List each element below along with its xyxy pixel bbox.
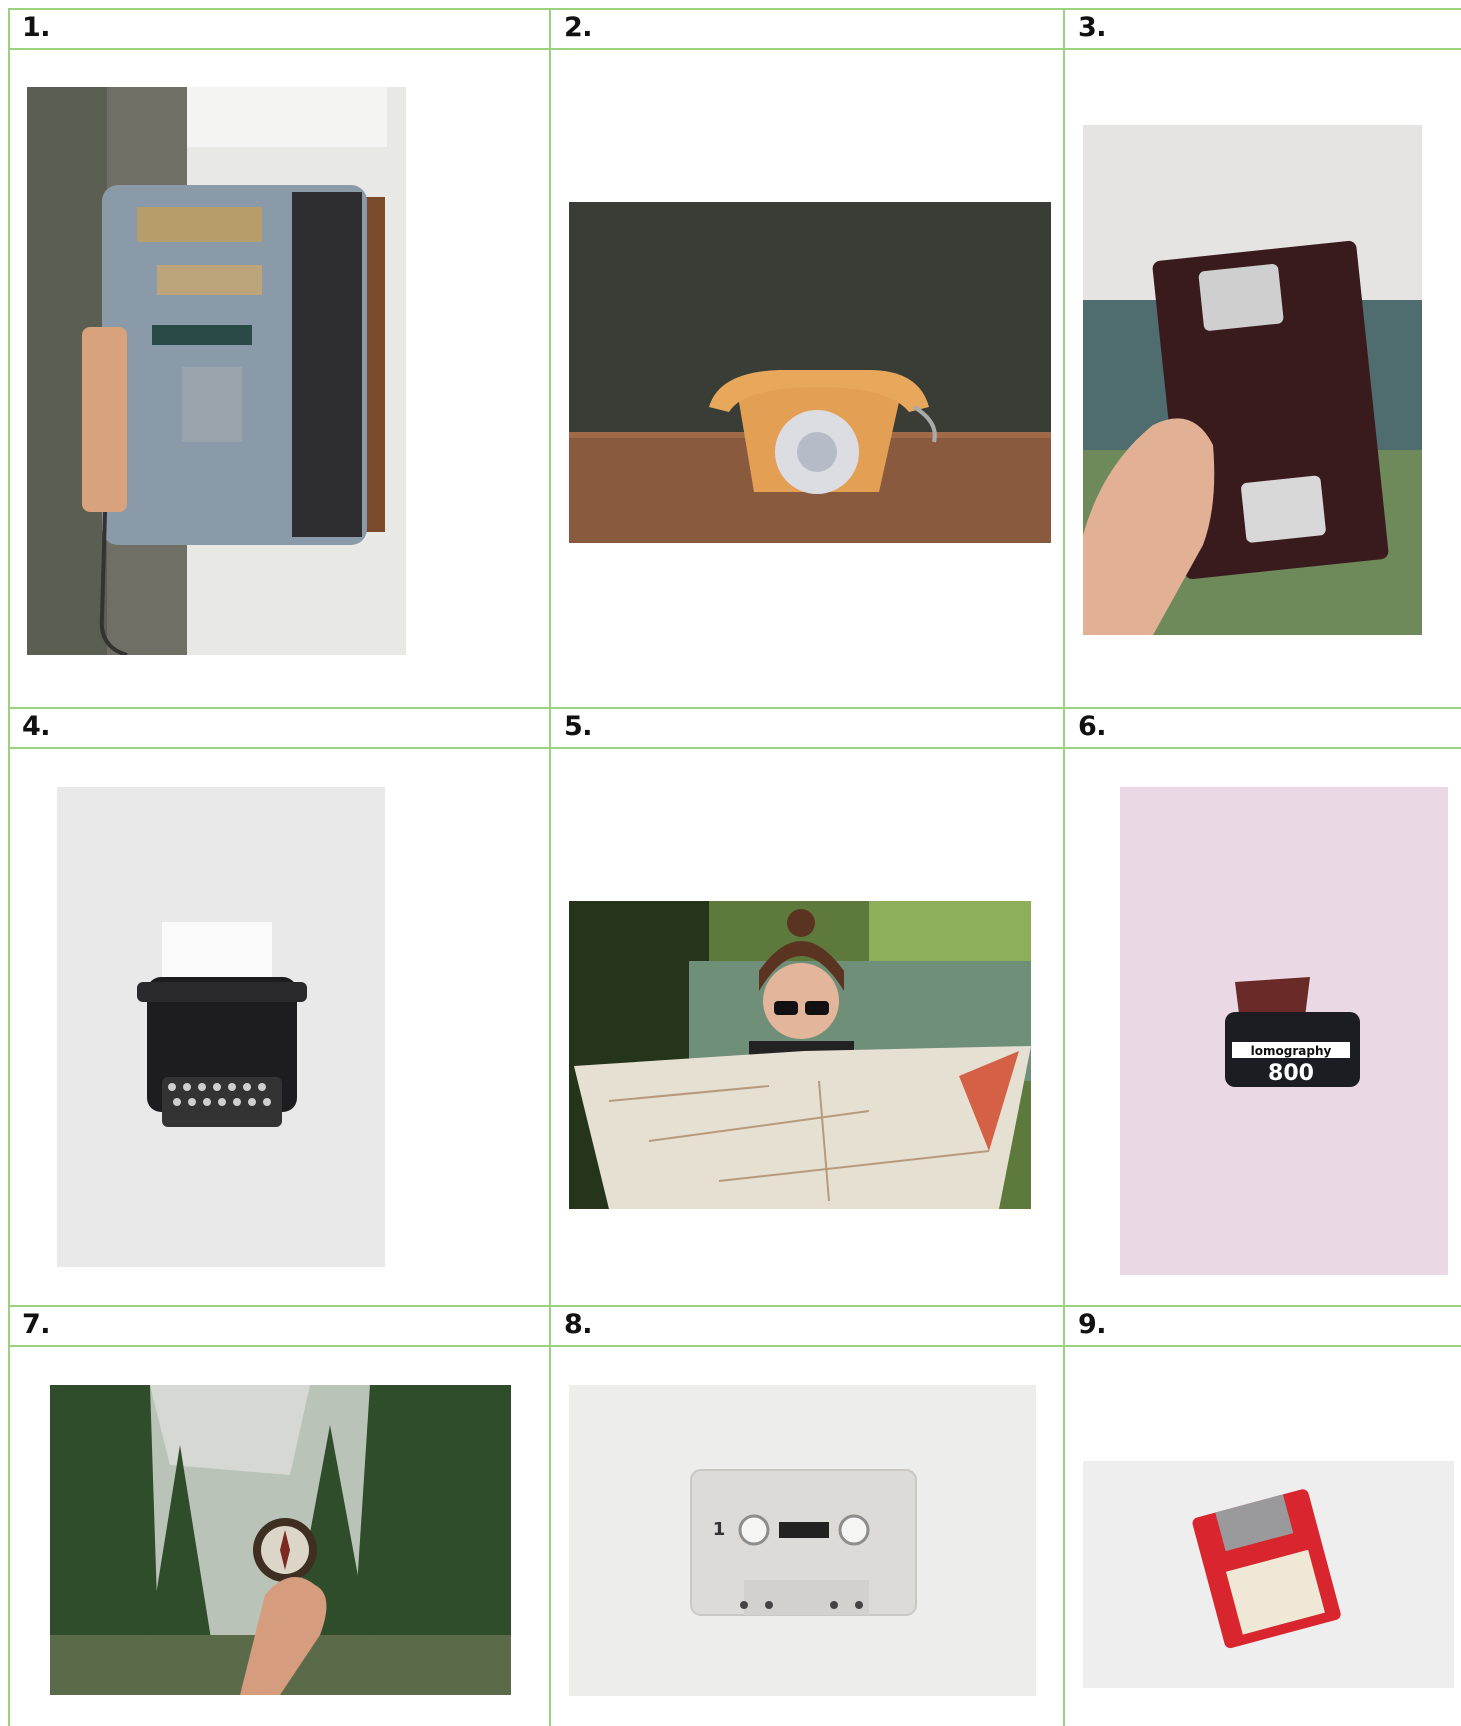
grid-line [1063,8,1065,1726]
cell-label-5: 5. [564,711,593,742]
cell-label-4: 4. [22,711,51,742]
grid-line [8,1305,1461,1307]
compass-forest-photo [50,1385,511,1695]
cell-label-3: 3. [1078,12,1107,43]
grid-line [8,1345,1461,1347]
tape-side-text: 1 [713,1519,726,1540]
grid-line [8,48,1461,50]
audio-cassette-photo: 1 [569,1385,1036,1696]
grid-line [8,8,1461,10]
grid-line [8,8,10,1726]
payphone-photo [27,87,406,655]
cell-label-9: 9. [1078,1309,1107,1340]
cell-label-2: 2. [564,12,593,43]
typewriter-photo [57,787,385,1267]
film-canister-photo: lomography 800 [1120,787,1448,1275]
cell-label-8: 8. [564,1309,593,1340]
cell-label-7: 7. [22,1309,51,1340]
cell-label-6: 6. [1078,711,1107,742]
vhs-cassette-photo [1083,125,1422,635]
grid-line [549,8,551,1726]
film-speed-text: 800 [1268,1061,1314,1086]
film-brand-text: lomography [1251,1044,1332,1058]
cell-label-1: 1. [22,12,51,43]
grid-line [8,747,1461,749]
map-reading-photo [569,901,1031,1209]
floppy-disk-photo [1083,1461,1454,1688]
rotary-phone-photo [569,202,1051,543]
grid-line [8,707,1461,709]
